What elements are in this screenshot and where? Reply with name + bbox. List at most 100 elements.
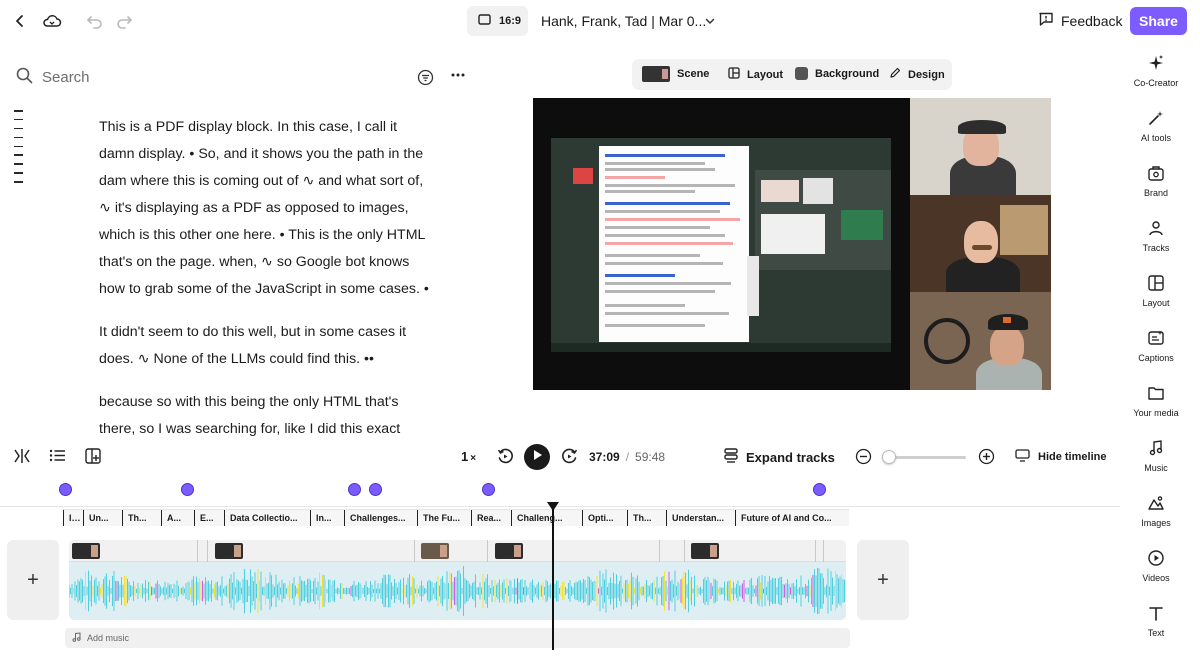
transcript-paragraph[interactable]: This is a PDF display block. In this cas… bbox=[99, 114, 429, 303]
rail-item-ai-tools[interactable]: AI tools bbox=[1118, 107, 1194, 143]
rail-item-tracks[interactable]: Tracks bbox=[1118, 217, 1194, 253]
music-note-icon bbox=[1118, 437, 1194, 459]
playback-speed-button[interactable]: 1 × bbox=[461, 449, 476, 464]
scene-button[interactable]: Scene bbox=[642, 66, 709, 82]
search-input[interactable]: Search bbox=[42, 69, 90, 86]
zoom-in-icon[interactable] bbox=[978, 448, 995, 465]
add-layout-icon[interactable] bbox=[85, 448, 102, 464]
playback-speed-value: 1 bbox=[461, 449, 469, 464]
playhead-handle[interactable] bbox=[547, 502, 559, 511]
rail-item-co-creator[interactable]: Co-Creator bbox=[1118, 52, 1194, 88]
chapter-label[interactable]: Challeng... bbox=[511, 510, 582, 526]
rail-item-label: Brand bbox=[1143, 188, 1169, 198]
transcript-paragraph[interactable]: because so with this being the only HTML… bbox=[99, 389, 429, 440]
participant-camera-1 bbox=[910, 98, 1051, 195]
aspect-ratio-button[interactable]: 16:9 bbox=[467, 6, 528, 36]
rewind-icon[interactable] bbox=[497, 448, 514, 465]
chapter-label[interactable]: Challenges... bbox=[344, 510, 417, 526]
timeline-marker[interactable] bbox=[181, 483, 194, 496]
chapter-label[interactable]: In... bbox=[310, 510, 344, 526]
text-icon bbox=[1118, 602, 1194, 624]
chapter-label[interactable]: Th... bbox=[122, 510, 161, 526]
rail-item-label: Your media bbox=[1133, 408, 1179, 418]
timeline-marker[interactable] bbox=[813, 483, 826, 496]
times-icon: × bbox=[470, 452, 477, 464]
time-separator: / bbox=[625, 450, 630, 464]
rail-item-label: Images bbox=[1141, 518, 1171, 528]
timeline-marker[interactable] bbox=[59, 483, 72, 496]
cloud-sync-icon[interactable] bbox=[40, 9, 64, 33]
chapter-label[interactable]: Th... bbox=[627, 510, 666, 526]
play-button[interactable] bbox=[524, 444, 550, 470]
play-circle-icon bbox=[1118, 547, 1194, 569]
add-clip-before-button[interactable]: + bbox=[7, 540, 59, 620]
folder-icon bbox=[1118, 382, 1194, 404]
background-button[interactable]: Background bbox=[795, 67, 879, 80]
rail-item-label: Text bbox=[1147, 628, 1165, 638]
design-button[interactable]: Design bbox=[889, 67, 945, 82]
chevron-down-icon[interactable] bbox=[704, 14, 716, 32]
add-clip-after-button[interactable]: + bbox=[857, 540, 909, 620]
playhead[interactable] bbox=[552, 504, 554, 650]
undo-icon[interactable] bbox=[83, 9, 107, 33]
transcript-search[interactable]: Search bbox=[16, 67, 90, 88]
chapter-label[interactable]: Opti... bbox=[582, 510, 627, 526]
layout-button[interactable]: Layout bbox=[728, 67, 783, 82]
rail-item-your-media[interactable]: Your media bbox=[1118, 382, 1194, 418]
chapter-label[interactable]: I... bbox=[63, 510, 83, 526]
feedback-button[interactable]: Feedback bbox=[1038, 11, 1122, 30]
zoom-slider-handle[interactable] bbox=[882, 450, 896, 464]
feedback-label: Feedback bbox=[1061, 12, 1123, 29]
add-music-label: Add music bbox=[87, 633, 130, 643]
timeline-marker[interactable] bbox=[369, 483, 382, 496]
layout-grid-icon bbox=[1118, 272, 1194, 294]
scene-thumbnail bbox=[642, 66, 670, 82]
share-button[interactable]: Share bbox=[1130, 7, 1187, 35]
rail-item-music[interactable]: Music bbox=[1118, 437, 1194, 473]
expand-tracks-button[interactable]: Expand tracks bbox=[724, 448, 835, 467]
clip-thumbnail[interactable] bbox=[72, 543, 100, 559]
clip-thumbnail[interactable] bbox=[421, 543, 449, 559]
design-label: Design bbox=[908, 68, 945, 81]
clip-thumbnail[interactable] bbox=[495, 543, 523, 559]
hide-timeline-button[interactable]: Hide timeline bbox=[1015, 449, 1106, 465]
transcript-text[interactable]: This is a PDF display block. In this cas… bbox=[99, 114, 429, 440]
rail-item-images[interactable]: Images bbox=[1118, 492, 1194, 528]
project-title[interactable]: Hank, Frank, Tad | Mar 0... bbox=[541, 13, 706, 29]
chapter-label[interactable]: The Fu... bbox=[417, 510, 471, 526]
zoom-out-icon[interactable] bbox=[855, 448, 872, 465]
add-music-track[interactable]: Add music bbox=[65, 628, 850, 648]
timeline-marker[interactable] bbox=[482, 483, 495, 496]
forward-icon[interactable] bbox=[561, 448, 578, 465]
rail-item-brand[interactable]: Brand bbox=[1118, 162, 1194, 198]
chapter-label[interactable]: Rea... bbox=[471, 510, 511, 526]
rail-item-videos[interactable]: Videos bbox=[1118, 547, 1194, 583]
rail-item-layout[interactable]: Layout bbox=[1118, 272, 1194, 308]
list-icon[interactable] bbox=[49, 448, 66, 463]
zoom-slider-track[interactable] bbox=[884, 456, 966, 459]
chapter-label[interactable]: Understan... bbox=[666, 510, 735, 526]
clip-thumbnail[interactable] bbox=[215, 543, 243, 559]
transcript-paragraph[interactable]: It didn't seem to do this well, but in s… bbox=[99, 319, 429, 373]
clip-thumbnail[interactable] bbox=[691, 543, 719, 559]
filter-icon[interactable] bbox=[417, 69, 434, 91]
redo-icon[interactable] bbox=[112, 9, 136, 33]
chapter-label[interactable]: Data Collectio... bbox=[224, 510, 310, 526]
chapter-label[interactable]: Un... bbox=[83, 510, 122, 526]
marker-row bbox=[0, 482, 1120, 498]
transcript-minimap[interactable] bbox=[14, 110, 24, 190]
back-icon[interactable] bbox=[8, 9, 32, 33]
more-options-icon[interactable] bbox=[450, 67, 466, 88]
participant-camera-3 bbox=[910, 292, 1051, 390]
chapter-label[interactable]: A... bbox=[161, 510, 194, 526]
timeline-marker[interactable] bbox=[348, 483, 361, 496]
layout-icon bbox=[728, 67, 740, 82]
split-icon[interactable] bbox=[13, 448, 31, 464]
background-swatch bbox=[795, 67, 808, 80]
rail-item-captions[interactable]: Captions bbox=[1118, 327, 1194, 363]
rail-item-text[interactable]: Text bbox=[1118, 602, 1194, 638]
chapter-label[interactable]: Future of AI and Co... bbox=[735, 510, 849, 526]
chapter-label[interactable]: E... bbox=[194, 510, 224, 526]
video-track[interactable] bbox=[69, 540, 846, 620]
video-preview[interactable] bbox=[533, 98, 1051, 390]
